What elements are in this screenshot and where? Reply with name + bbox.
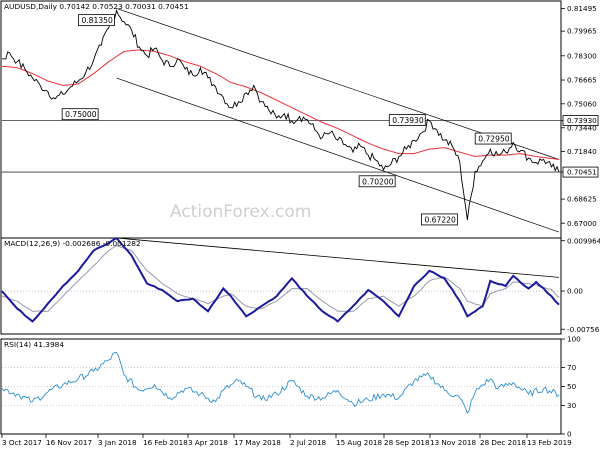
price-annotation-label: 0.73930 bbox=[392, 116, 424, 125]
rsi-panel: RSI(14) 41.3984 1007050300 bbox=[0, 335, 581, 439]
macd-ytick-label: 0.00 bbox=[567, 287, 583, 296]
x-axis: 3 Oct 2017 16 Nov 2017 3 Jan 2018 16 Feb 20… bbox=[1, 434, 572, 447]
x-tick-label: 17 May 2018 bbox=[234, 438, 281, 447]
x-tick-label: 15 Aug 2018 bbox=[336, 438, 382, 447]
x-tick-label: 3 Apr 2018 bbox=[188, 438, 228, 447]
chart-canvas: ActionForex.com AUDUSD,Daily 0.70142 0.7… bbox=[0, 0, 600, 447]
price-ytick-label: 0.76665 bbox=[567, 76, 597, 85]
price-ytick-label: 0.81495 bbox=[567, 4, 597, 13]
rsi-ytick-label: 100 bbox=[567, 335, 581, 344]
x-tick-label: 3 Jan 2018 bbox=[98, 438, 137, 447]
rsi-ytick-label: 50 bbox=[567, 382, 577, 391]
price-annotation-label: 0.70200 bbox=[362, 177, 394, 186]
price-ytick-label: 0.79965 bbox=[567, 27, 597, 36]
macd-ytick-label: 0.009964 bbox=[567, 236, 600, 245]
price-panel-title: AUDUSD,Daily 0.70142 0.70523 0.70031 0.7… bbox=[4, 2, 189, 11]
rsi-ytick-label: 70 bbox=[567, 363, 577, 372]
rsi-panel-title: RSI(14) 41.3984 bbox=[4, 340, 64, 349]
x-tick-label: 28 Sep 2018 bbox=[384, 438, 430, 447]
price-ytick-label: 0.68625 bbox=[567, 195, 597, 204]
price-ytick-label: 0.73930 bbox=[567, 116, 597, 125]
watermark: ActionForex.com bbox=[170, 202, 311, 222]
x-tick-label: 13 Nov 2018 bbox=[430, 438, 476, 447]
price-annotation-label: 0.81350 bbox=[81, 16, 113, 25]
x-tick-label: 3 Oct 2017 bbox=[2, 438, 42, 447]
x-tick-label: 16 Nov 2017 bbox=[46, 438, 92, 447]
macd-trendline bbox=[116, 238, 560, 278]
macd-ytick-label: -0.00756 bbox=[567, 325, 600, 334]
price-ytick-label: 0.70451 bbox=[567, 168, 597, 177]
macd-line bbox=[1, 238, 560, 323]
price-annotation-label: 0.75000 bbox=[65, 110, 97, 119]
price-panel: ActionForex.com AUDUSD,Daily 0.70142 0.7… bbox=[0, 0, 599, 239]
macd-signal-line bbox=[1, 245, 560, 313]
x-tick-label: 13 Feb 2019 bbox=[527, 438, 572, 447]
x-tick-label: 2 Jul 2018 bbox=[290, 438, 327, 447]
price-annotation-label: 0.67220 bbox=[424, 215, 456, 224]
x-tick-label: 28 Dec 2018 bbox=[480, 438, 526, 447]
rsi-ytick-label: 30 bbox=[567, 401, 577, 410]
price-ytick-label: 0.78300 bbox=[567, 51, 597, 60]
macd-panel: MACD(12,26,9) -0.002686 -0.001282 0.0099… bbox=[0, 236, 600, 335]
x-tick-label: 16 Feb 2018 bbox=[143, 438, 188, 447]
price-ytick-label: 0.71840 bbox=[567, 147, 597, 156]
price-annotation-label: 0.72950 bbox=[478, 135, 510, 144]
rsi-line bbox=[1, 351, 560, 415]
macd-panel-title: MACD(12,26,9) -0.002686 -0.001282 bbox=[4, 239, 141, 248]
price-ytick-label: 0.67000 bbox=[567, 219, 597, 228]
price-ytick-label: 0.75060 bbox=[567, 99, 597, 108]
